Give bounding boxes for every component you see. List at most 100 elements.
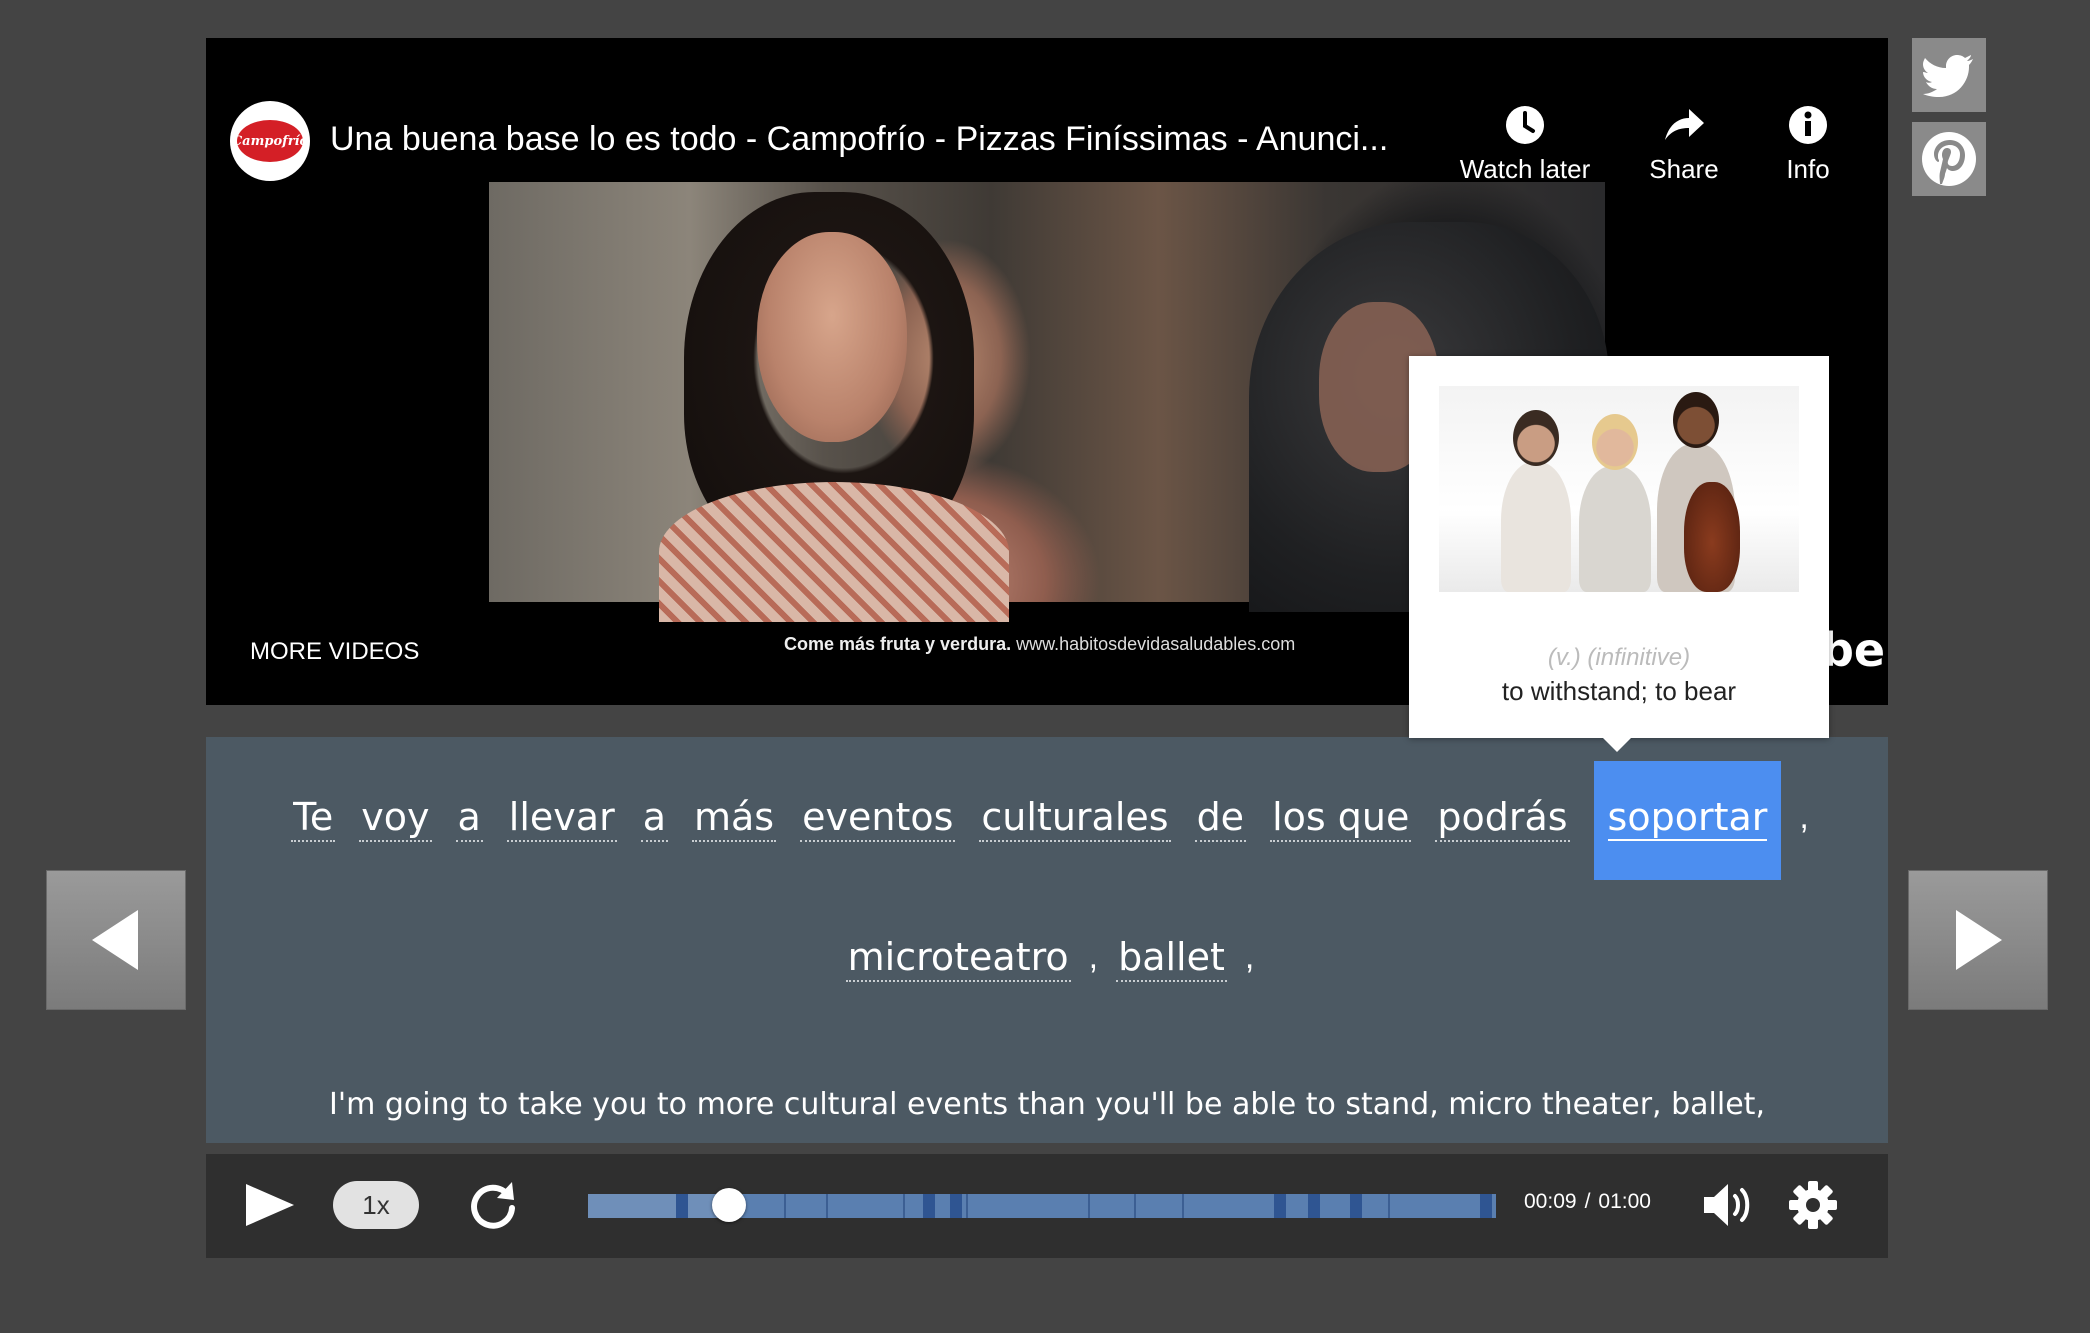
ad-caption-bold: Come más fruta y verdura. (784, 634, 1012, 654)
punctuation: , (1244, 938, 1255, 976)
transcript-word-text: a (642, 795, 666, 839)
segment-marker (1388, 1194, 1390, 1218)
woman-face (757, 232, 907, 442)
segment-marker (1308, 1194, 1320, 1218)
play-icon (246, 1184, 294, 1226)
transcript-word-text: más (694, 795, 775, 839)
transcript-line-1: Te voy a llevar a más eventos culturales de los q… (206, 761, 1888, 880)
transcript-word[interactable]: llevar (506, 794, 617, 842)
transcript-word-text: los que (1272, 795, 1410, 839)
segment-marker (1480, 1194, 1492, 1218)
watch-later-button[interactable]: Watch later (1450, 104, 1600, 185)
previous-line-button[interactable] (46, 870, 186, 1010)
twitter-share-button[interactable] (1912, 38, 1986, 112)
transcript-word[interactable]: microteatro (845, 934, 1071, 982)
pinterest-icon (1922, 132, 1976, 186)
ad-caption: Come más fruta y verdura. www.habitosdev… (784, 634, 1295, 655)
word-definition-tooltip: (v.) (infinitive) to withstand; to bear (1409, 356, 1829, 752)
transcript-word[interactable]: podrás (1435, 794, 1570, 842)
image-cello (1684, 482, 1740, 592)
video-title[interactable]: Una buena base lo es todo - Campofrío - … (330, 120, 1440, 159)
watch-later-label: Watch later (1459, 154, 1591, 184)
triangle-left-icon (92, 910, 138, 970)
ad-caption-url: www.habitosdevidasaludables.com (1016, 634, 1296, 654)
segment-marker (784, 1194, 786, 1218)
transcript-word[interactable]: más (692, 794, 777, 842)
transcript-word[interactable]: a (455, 794, 483, 842)
transcript-panel: Te voy a llevar a más eventos culturales de los q… (206, 737, 1888, 1143)
time-display: 00:09 / 01:00 (1524, 1190, 1651, 1214)
transcript-word-text: eventos (802, 795, 954, 839)
progress-played (588, 1194, 729, 1218)
transcript-line-2: microteatro, ballet, (206, 901, 1888, 982)
info-icon (1789, 106, 1827, 144)
youtube-logo-fragment[interactable]: be (1821, 623, 1885, 677)
transcript-word[interactable]: voy (359, 794, 432, 842)
transcript-word-text: llevar (508, 795, 615, 839)
transcript-word-text: ballet (1118, 935, 1225, 979)
segment-marker (1274, 1194, 1286, 1218)
share-label: Share (1649, 154, 1719, 184)
play-button[interactable] (242, 1180, 298, 1235)
transcript-word[interactable]: culturales (979, 794, 1171, 842)
current-time: 00:09 (1524, 1190, 1577, 1213)
progress-handle[interactable] (711, 1188, 746, 1222)
segment-marker (1350, 1194, 1362, 1218)
triangle-right-icon (1956, 910, 2002, 970)
transcript-word-text: culturales (981, 795, 1169, 839)
transcript-word-text: voy (361, 795, 430, 839)
volume-icon (1704, 1184, 1750, 1226)
gear-icon (1789, 1181, 1837, 1229)
info-label: Info (1786, 154, 1830, 184)
transcript-word-text: Te (293, 795, 334, 839)
woman-shirt (659, 482, 1009, 622)
more-videos-link[interactable]: MORE VIDEOS (250, 638, 419, 666)
transcript-word[interactable]: de (1194, 794, 1247, 842)
segment-marker (950, 1194, 962, 1218)
segment-marker (676, 1194, 688, 1218)
segment-marker (826, 1194, 828, 1218)
settings-button[interactable] (1786, 1178, 1840, 1237)
transcript-word[interactable]: a (640, 794, 668, 842)
segment-marker (923, 1194, 935, 1218)
time-separator: / (1584, 1190, 1591, 1213)
segment-marker (1088, 1194, 1090, 1218)
punctuation: , (1799, 798, 1809, 836)
transcript-word-text: microteatro (847, 935, 1069, 979)
transcript-word-text: a (457, 795, 481, 839)
transcript-word[interactable]: Te (291, 794, 336, 842)
segment-marker (1134, 1194, 1136, 1218)
player-controls: 1x 00:09 / 01:00 (206, 1154, 1888, 1258)
image-figure-left (1501, 410, 1571, 592)
part-of-speech: (v.) (infinitive) (1547, 644, 1691, 671)
segment-marker (1182, 1194, 1184, 1218)
transcript-word[interactable]: los que (1270, 794, 1412, 842)
transcript-word-text: soportar (1607, 795, 1768, 841)
segment-marker (903, 1194, 905, 1218)
volume-button[interactable] (1700, 1178, 1756, 1237)
share-arrow-icon (1665, 109, 1704, 140)
twitter-bird-icon (1923, 55, 1973, 97)
transcript-word-text: podrás (1437, 795, 1568, 839)
info-button[interactable]: Info (1733, 104, 1883, 185)
transcript-word-active[interactable]: soportar (1593, 761, 1782, 880)
transcript-word[interactable]: ballet (1116, 934, 1227, 982)
replay-button[interactable] (466, 1178, 520, 1237)
punctuation: , (1088, 938, 1099, 976)
transcript-word[interactable]: eventos (800, 794, 956, 842)
clock-icon (1506, 106, 1544, 144)
channel-logo[interactable]: Campofrío (230, 101, 310, 181)
transcript-word-text: de (1196, 795, 1245, 839)
segment-marker (966, 1194, 968, 1218)
progress-bar[interactable] (588, 1188, 1496, 1222)
image-figure-middle (1579, 414, 1651, 592)
word-definition: to withstand; to bear (1501, 676, 1737, 706)
definition-image (1439, 386, 1799, 592)
next-line-button[interactable] (1908, 870, 2048, 1010)
translation-text: I'm going to take you to more cultural e… (328, 1087, 1765, 1122)
pinterest-share-button[interactable] (1912, 122, 1986, 196)
playback-speed-button[interactable]: 1x (333, 1181, 419, 1229)
duration: 01:00 (1598, 1190, 1651, 1213)
channel-logo-text: Campofrío (232, 120, 308, 162)
replay-icon (471, 1182, 515, 1229)
